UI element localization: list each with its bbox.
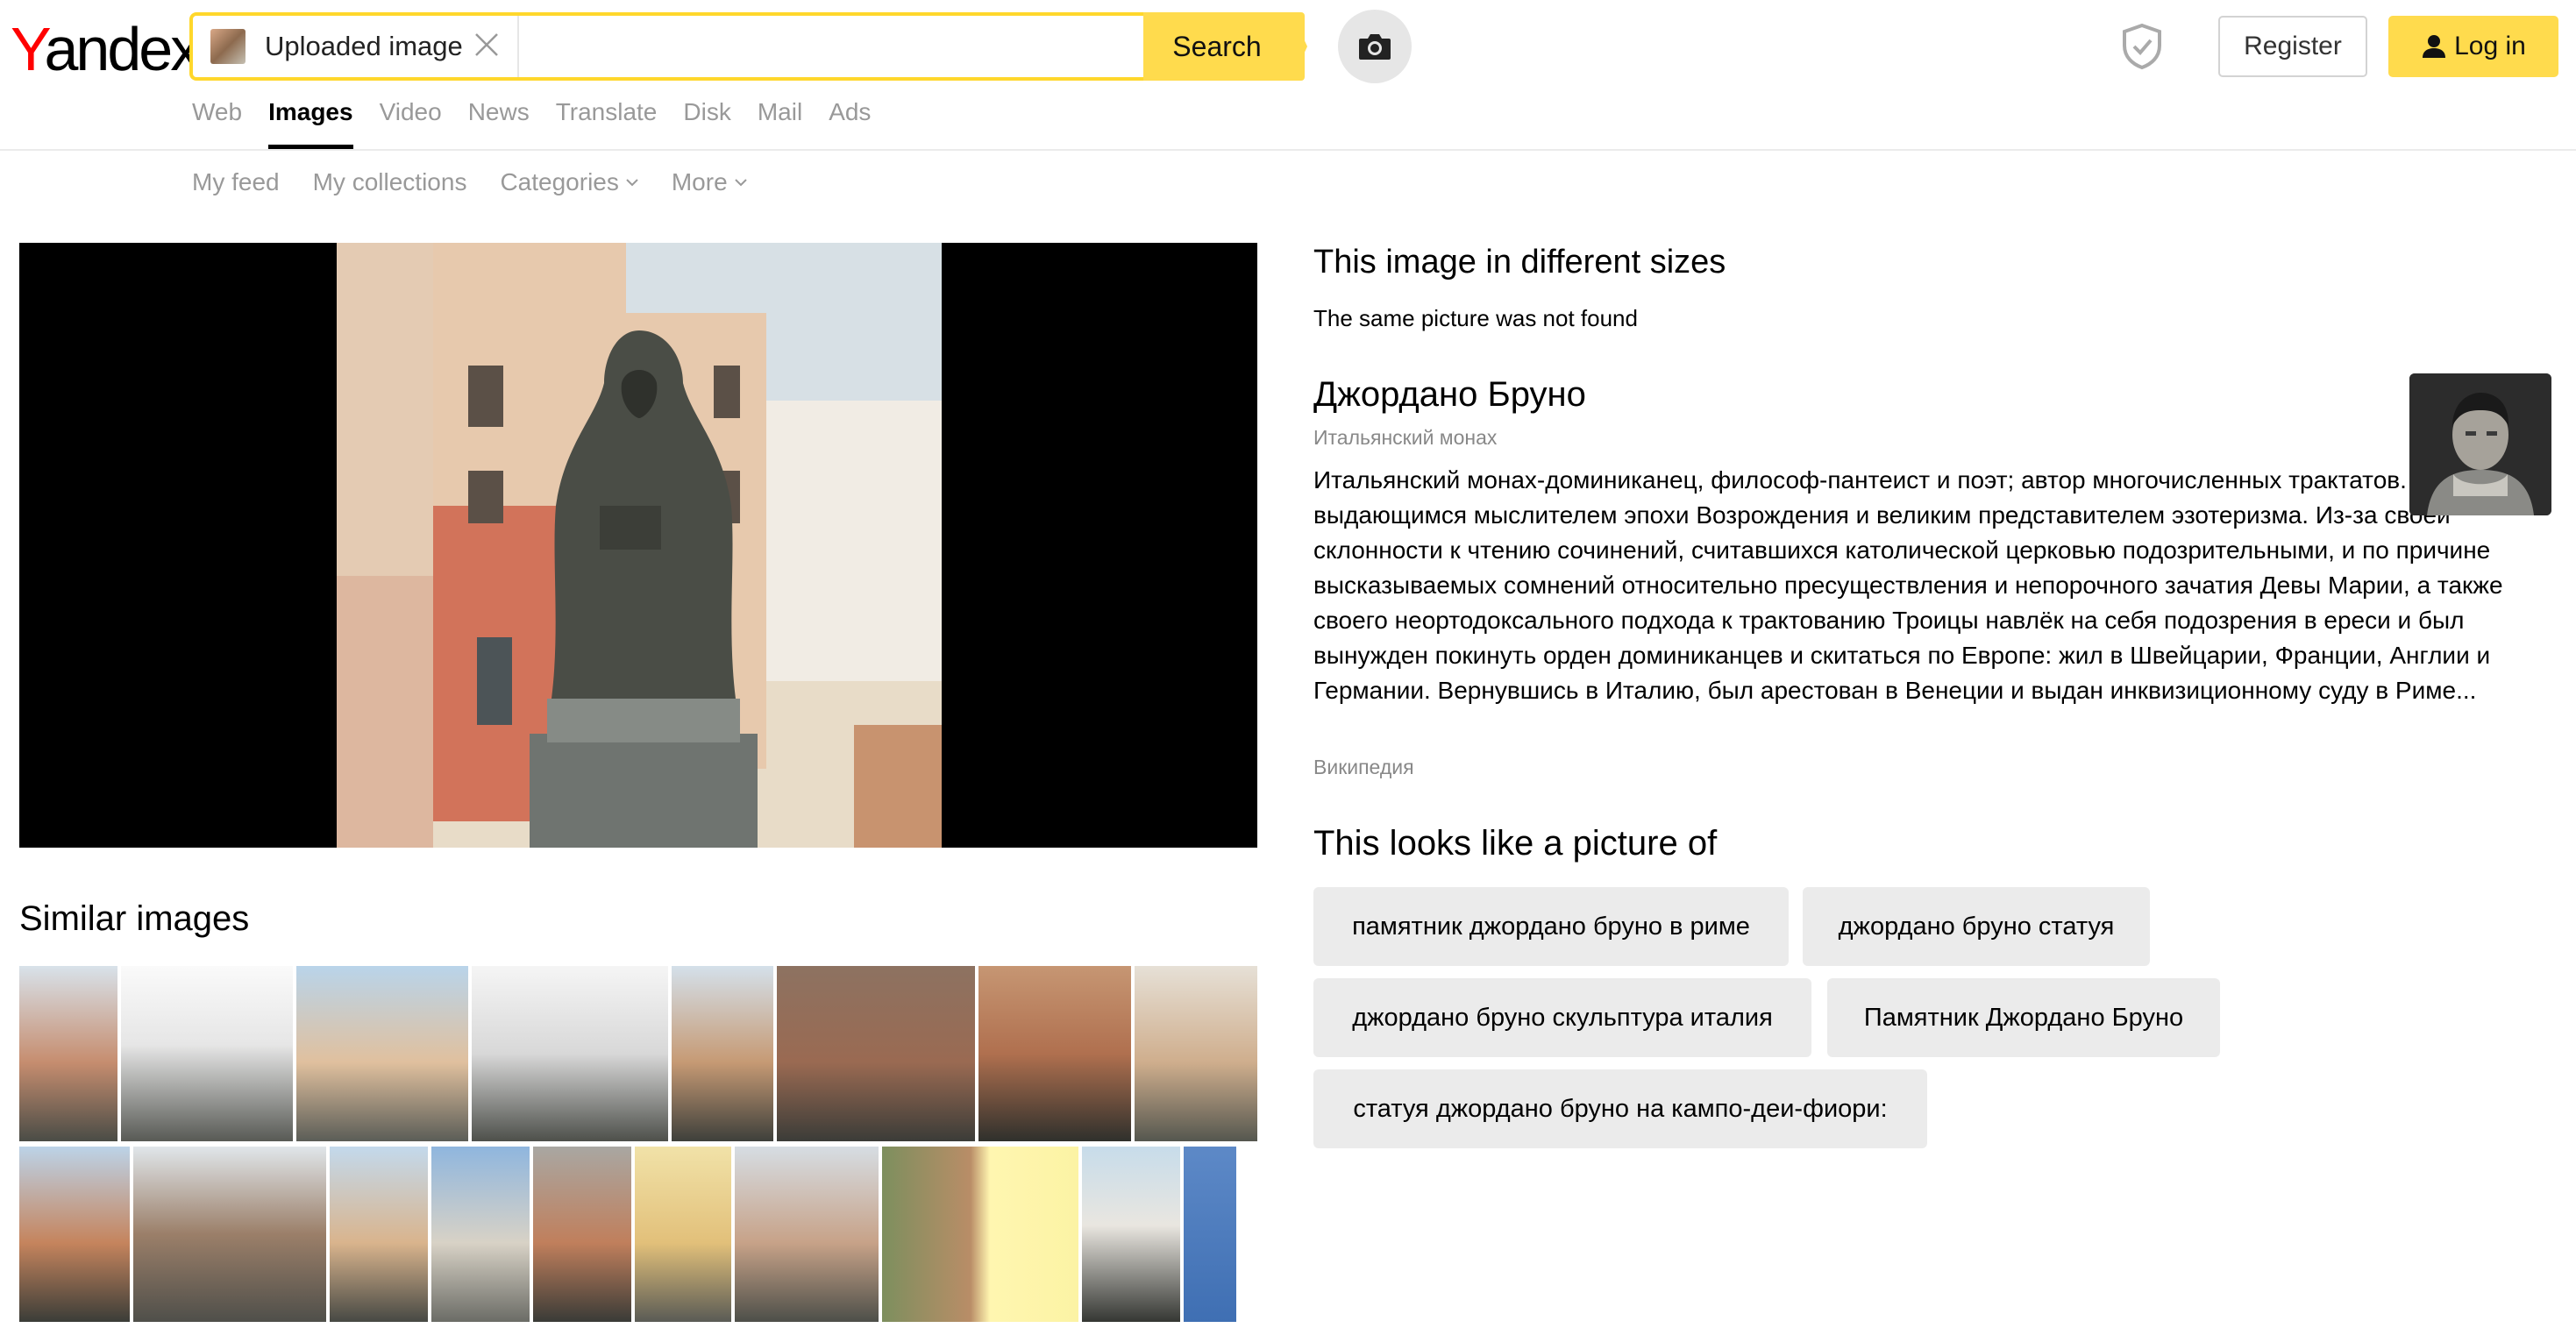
uploaded-image-thumbnail — [210, 29, 246, 64]
subnav-my-feed[interactable]: My feed — [192, 168, 280, 196]
tag-chip[interactable]: Памятник Джордано Бруно — [1827, 978, 2220, 1057]
similar-image-thumb[interactable] — [472, 966, 668, 1141]
search-box[interactable]: Uploaded image — [189, 12, 1143, 81]
uploaded-image-preview[interactable] — [19, 243, 1257, 848]
tab-translate[interactable]: Translate — [556, 96, 658, 149]
yandex-logo[interactable]: Yandex — [11, 14, 201, 84]
looks-like-title: This looks like a picture of — [1313, 824, 1718, 863]
similar-image-thumb[interactable] — [19, 1147, 130, 1322]
entity-subtitle: Итальянский монах — [1313, 426, 1498, 449]
login-button[interactable]: Log in — [2388, 16, 2558, 77]
similar-image-thumb[interactable] — [882, 1147, 1078, 1322]
tab-web[interactable]: Web — [192, 96, 242, 149]
uploaded-image-label: Uploaded image — [265, 31, 463, 61]
similar-image-thumb[interactable] — [635, 1147, 731, 1322]
tag-chip[interactable]: джордано бруно скульптура италия — [1313, 978, 1811, 1057]
entity-source-link[interactable]: Википедия — [1313, 756, 1414, 779]
entity-name[interactable]: Джордано Бруно — [1313, 375, 1586, 415]
statue-photo — [337, 243, 942, 848]
similar-image-thumb[interactable] — [431, 1147, 530, 1322]
tag-chip[interactable]: джордано бруно статуя — [1803, 887, 2150, 966]
register-button[interactable]: Register — [2218, 16, 2367, 77]
similar-image-thumb[interactable] — [1184, 1147, 1236, 1322]
chevron-down-icon — [734, 179, 747, 187]
similar-image-thumb[interactable] — [1135, 966, 1257, 1141]
subnav-categories[interactable]: Categories — [500, 168, 638, 196]
tab-images[interactable]: Images — [268, 96, 353, 149]
images-subnav: My feed My collections Categories More — [192, 168, 780, 196]
different-sizes-title: This image in different sizes — [1313, 244, 1726, 281]
similar-images-title: Similar images — [19, 899, 250, 938]
similar-image-thumb[interactable] — [1082, 1147, 1180, 1322]
user-icon — [2423, 35, 2446, 58]
similar-image-thumb[interactable] — [19, 966, 117, 1141]
close-icon[interactable] — [470, 30, 503, 63]
uploaded-image-chip[interactable]: Uploaded image — [193, 16, 519, 77]
similar-image-thumb[interactable] — [672, 966, 773, 1141]
subnav-my-collections[interactable]: My collections — [313, 168, 467, 196]
tab-video[interactable]: Video — [380, 96, 442, 149]
camera-icon — [1359, 34, 1391, 60]
similar-image-thumb[interactable] — [533, 1147, 631, 1322]
camera-search-button[interactable] — [1338, 10, 1412, 83]
tag-chip[interactable]: статуя джордано бруно на кампо-деи-фиори… — [1313, 1069, 1927, 1148]
tag-chip[interactable]: памятник джордано бруно в риме — [1313, 887, 1789, 966]
tab-disk[interactable]: Disk — [683, 96, 730, 149]
tab-ads[interactable]: Ads — [829, 96, 871, 149]
entity-description: Итальянский монах-доминиканец, философ-п… — [1313, 466, 2511, 704]
similar-image-thumb[interactable] — [777, 966, 975, 1141]
shield-icon[interactable] — [2120, 23, 2164, 70]
header-divider — [0, 149, 2576, 151]
tab-mail[interactable]: Mail — [758, 96, 802, 149]
tab-news[interactable]: News — [468, 96, 530, 149]
similar-images-grid — [19, 966, 1257, 1328]
search-button[interactable]: Search — [1143, 12, 1305, 81]
subnav-more[interactable]: More — [672, 168, 747, 196]
similar-image-thumb[interactable] — [735, 1147, 879, 1322]
entity-portrait[interactable] — [2409, 373, 2551, 515]
similar-image-thumb[interactable] — [330, 1147, 428, 1322]
similar-image-thumb[interactable] — [121, 966, 293, 1141]
login-label: Log in — [2454, 32, 2526, 60]
chevron-down-icon — [626, 179, 638, 187]
search-button-arrow — [1292, 12, 1307, 81]
similar-image-thumb[interactable] — [978, 966, 1131, 1141]
different-sizes-note: The same picture was not found — [1313, 305, 1638, 331]
services-nav: Web Images Video News Translate Disk Mai… — [192, 96, 897, 149]
similar-image-thumb[interactable] — [296, 966, 468, 1141]
similar-image-thumb[interactable] — [133, 1147, 326, 1322]
